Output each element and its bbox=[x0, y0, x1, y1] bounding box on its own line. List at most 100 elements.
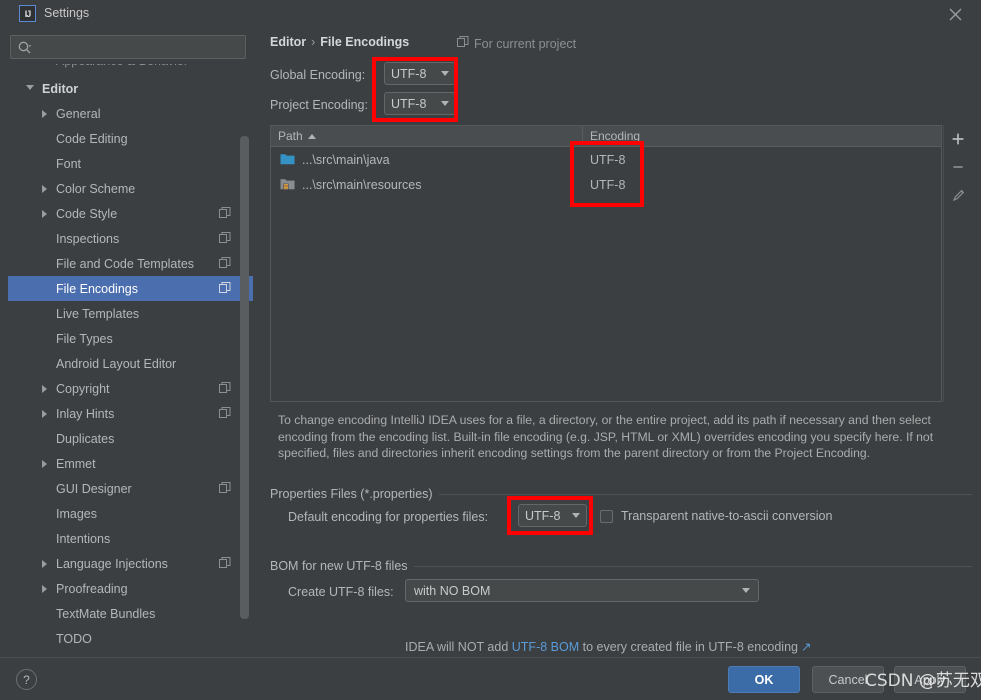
sidebar-item-file-types[interactable]: File Types bbox=[8, 326, 253, 351]
bom-note-prefix: IDEA will NOT add bbox=[405, 640, 512, 654]
project-encoding-dropdown[interactable]: UTF-8 bbox=[384, 92, 456, 115]
encodings-table: Path Encoding ...\src\main\java UTF-8 ...\… bbox=[270, 125, 942, 402]
sidebar-item-code-editing[interactable]: Code Editing bbox=[8, 126, 253, 151]
sidebar-item-android-layout-editor[interactable]: Android Layout Editor bbox=[8, 351, 253, 376]
native-to-ascii-label: Transparent native-to-ascii conversion bbox=[621, 509, 833, 523]
external-link-icon: ↗ bbox=[800, 640, 812, 654]
tree-partial-item[interactable]: Appearance & Behavior bbox=[8, 64, 253, 76]
sidebar-item-label: Editor bbox=[42, 81, 79, 96]
window-title: Settings bbox=[44, 6, 90, 20]
edit-path-button[interactable] bbox=[944, 181, 972, 209]
chevron-right-icon[interactable] bbox=[42, 410, 47, 418]
sidebar-scrollbar-thumb[interactable] bbox=[240, 136, 249, 619]
chevron-right-icon[interactable] bbox=[42, 460, 47, 468]
table-row[interactable]: ...\src\main\resources UTF-8 bbox=[271, 172, 941, 197]
project-encoding-label: Project Encoding: bbox=[270, 98, 368, 112]
encodings-help-text: To change encoding IntelliJ IDEA uses fo… bbox=[278, 413, 934, 460]
sidebar-item-label: Android Layout Editor bbox=[56, 356, 177, 371]
sidebar-item-color-scheme[interactable]: Color Scheme bbox=[8, 176, 253, 201]
settings-dialog: IJ Settings Appearance & Behavior Editor… bbox=[0, 0, 981, 700]
breadcrumb-current: File Encodings bbox=[320, 35, 410, 49]
chevron-right-icon[interactable] bbox=[42, 585, 47, 593]
sidebar-item-duplicates[interactable]: Duplicates bbox=[8, 426, 253, 451]
project-scope-icon bbox=[219, 232, 231, 244]
table-cell-encoding[interactable]: UTF-8 bbox=[583, 178, 625, 192]
properties-files-group-title: Properties Files (*.properties) bbox=[270, 487, 439, 501]
breadcrumb-root[interactable]: Editor bbox=[270, 35, 306, 49]
chevron-right-icon[interactable] bbox=[42, 185, 47, 193]
chevron-right-icon[interactable] bbox=[42, 110, 47, 118]
properties-encoding-dropdown[interactable]: UTF-8 bbox=[518, 504, 587, 527]
sidebar-item-intentions[interactable]: Intentions bbox=[8, 526, 253, 551]
sidebar-item-emmet[interactable]: Emmet bbox=[8, 451, 253, 476]
project-scope-icon bbox=[219, 407, 231, 419]
settings-tree: Appearance & Behavior Editor General Code … bbox=[8, 64, 253, 652]
sidebar-item-general[interactable]: General bbox=[8, 101, 253, 126]
table-header-encoding[interactable]: Encoding bbox=[583, 126, 640, 147]
create-utf8-label: Create UTF-8 files: bbox=[288, 585, 394, 599]
table-header-path[interactable]: Path bbox=[271, 125, 583, 147]
settings-content: Editor › File Encodings For current projec… bbox=[262, 28, 974, 654]
add-path-button[interactable] bbox=[944, 125, 972, 153]
sidebar-item-label: TODO bbox=[56, 631, 92, 646]
sidebar-item-inspections[interactable]: Inspections bbox=[8, 226, 253, 251]
sidebar-item-todo[interactable]: TODO bbox=[8, 626, 253, 651]
close-icon[interactable] bbox=[937, 2, 973, 26]
ok-button[interactable]: OK bbox=[728, 666, 800, 693]
chevron-down-icon bbox=[742, 588, 750, 593]
sidebar-item-label: Copyright bbox=[56, 381, 110, 396]
global-encoding-dropdown[interactable]: UTF-8 bbox=[384, 62, 456, 85]
sidebar-item-label: Intentions bbox=[56, 531, 111, 546]
native-to-ascii-row[interactable]: Transparent native-to-ascii conversion bbox=[600, 509, 832, 523]
intellij-idea-icon: IJ bbox=[19, 5, 36, 22]
bom-note-link[interactable]: UTF-8 BOM bbox=[512, 640, 579, 654]
chevron-right-icon[interactable] bbox=[42, 210, 47, 218]
sidebar-scrollbar-track[interactable] bbox=[240, 64, 251, 652]
bom-note: IDEA will NOT add UTF-8 BOM to every cre… bbox=[405, 639, 811, 654]
table-header-row: Path Encoding bbox=[271, 125, 941, 147]
chevron-right-icon[interactable] bbox=[42, 385, 47, 393]
sidebar-item-proofreading[interactable]: Proofreading bbox=[8, 576, 253, 601]
sidebar-item-gui-designer[interactable]: GUI Designer bbox=[8, 476, 253, 501]
help-button[interactable]: ? bbox=[16, 669, 37, 690]
sidebar-item-images[interactable]: Images bbox=[8, 501, 253, 526]
table-header-path-label: Path bbox=[278, 129, 303, 143]
sidebar-item-editor[interactable]: Editor bbox=[8, 76, 253, 101]
sidebar-item-code-style[interactable]: Code Style bbox=[8, 201, 253, 226]
sidebar-item-label: Images bbox=[56, 506, 97, 521]
table-header-encoding-label: Encoding bbox=[590, 129, 641, 143]
table-cell-encoding[interactable]: UTF-8 bbox=[583, 153, 625, 167]
table-row[interactable]: ...\src\main\java UTF-8 bbox=[271, 147, 941, 172]
sidebar-item-label: Inlay Hints bbox=[56, 406, 115, 421]
project-scope-icon bbox=[219, 557, 231, 569]
watermark: CSDN @苏无双 bbox=[865, 671, 981, 691]
sidebar-item-file-encodings[interactable]: File Encodings bbox=[8, 276, 253, 301]
for-current-project-text: For current project bbox=[474, 36, 577, 51]
dialog-footer: ? OK Cancel Apply bbox=[0, 657, 981, 700]
sidebar-item-label: Proofreading bbox=[56, 581, 128, 596]
project-scope-icon bbox=[219, 257, 231, 269]
sidebar-item-label: General bbox=[56, 106, 101, 121]
chevron-down-icon[interactable] bbox=[26, 85, 34, 94]
breadcrumb-separator: › bbox=[311, 35, 316, 49]
global-encoding-label: Global Encoding: bbox=[270, 68, 366, 82]
create-utf8-dropdown[interactable]: with NO BOM bbox=[405, 579, 759, 602]
sidebar-item-file-and-code-templates[interactable]: File and Code Templates bbox=[8, 251, 253, 276]
create-utf8-value: with NO BOM bbox=[414, 583, 491, 598]
breadcrumb: Editor › File Encodings bbox=[270, 35, 409, 49]
table-body: ...\src\main\java UTF-8 ...\src\main\resou… bbox=[271, 147, 941, 197]
sidebar-item-font[interactable]: Font bbox=[8, 151, 253, 176]
bom-note-suffix: to every created file in UTF-8 encoding bbox=[579, 640, 798, 654]
sidebar-item-inlay-hints[interactable]: Inlay Hints bbox=[8, 401, 253, 426]
search-input[interactable] bbox=[37, 37, 237, 57]
sidebar-item-label: Live Templates bbox=[56, 306, 140, 321]
sidebar-item-language-injections[interactable]: Language Injections bbox=[8, 551, 253, 576]
sidebar-item-live-templates[interactable]: Live Templates bbox=[8, 301, 253, 326]
search-box[interactable] bbox=[10, 35, 246, 59]
title-bar: IJ Settings bbox=[0, 0, 981, 27]
native-to-ascii-checkbox[interactable] bbox=[600, 509, 613, 523]
remove-path-button[interactable] bbox=[944, 153, 972, 181]
sidebar-item-copyright[interactable]: Copyright bbox=[8, 376, 253, 401]
sidebar-item-textmate-bundles[interactable]: TextMate Bundles bbox=[8, 601, 253, 626]
chevron-right-icon[interactable] bbox=[42, 560, 47, 568]
